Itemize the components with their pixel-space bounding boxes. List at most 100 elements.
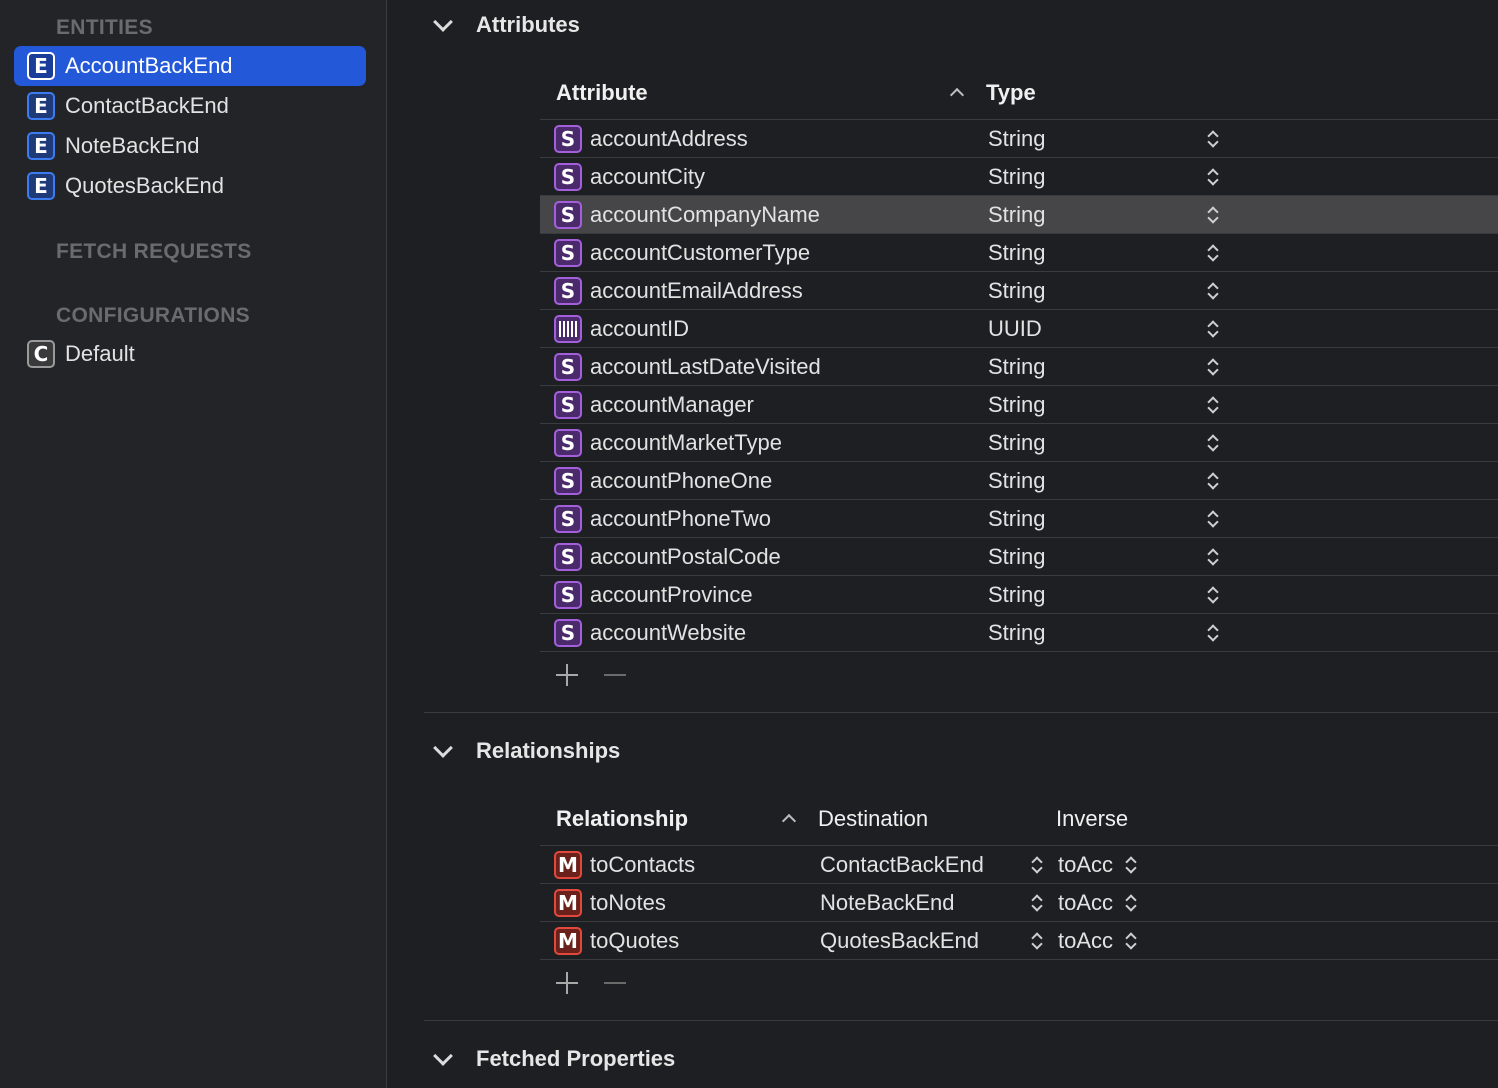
attribute-type[interactable]: String xyxy=(988,240,1045,266)
table-row[interactable]: S accountProvince String xyxy=(540,576,1498,614)
uuid-type-icon xyxy=(554,315,582,343)
relationships-section-toggle[interactable]: Relationships xyxy=(433,738,620,764)
table-row[interactable]: S accountEmailAddress String xyxy=(540,272,1498,310)
relationships-table: Relationship Destination Inverse M toCon… xyxy=(540,790,1498,960)
type-stepper-icon[interactable] xyxy=(1208,282,1218,300)
attribute-type[interactable]: String xyxy=(988,126,1045,152)
attribute-name[interactable]: accountManager xyxy=(590,392,754,418)
table-row[interactable]: accountID UUID xyxy=(540,310,1498,348)
attribute-type[interactable]: String xyxy=(988,164,1045,190)
entity-icon: E xyxy=(27,172,55,200)
attribute-name[interactable]: accountWebsite xyxy=(590,620,746,646)
table-row[interactable]: M toNotes NoteBackEnd toAcc xyxy=(540,884,1498,922)
sort-ascending-icon[interactable] xyxy=(781,813,797,829)
chevron-down-icon xyxy=(433,738,453,758)
attribute-type[interactable]: String xyxy=(988,430,1045,456)
add-attribute-button[interactable] xyxy=(556,664,578,686)
attribute-name[interactable]: accountCustomerType xyxy=(590,240,810,266)
sidebar-item-contactbackend[interactable]: E ContactBackEnd xyxy=(14,86,366,126)
relationship-destination[interactable]: NoteBackEnd xyxy=(820,890,955,916)
sidebar-item-default[interactable]: C Default xyxy=(14,334,366,374)
attribute-name[interactable]: accountEmailAddress xyxy=(590,278,803,304)
type-stepper-icon[interactable] xyxy=(1208,320,1218,338)
attribute-name[interactable]: accountLastDateVisited xyxy=(590,354,821,380)
table-row[interactable]: S accountCompanyName String xyxy=(540,196,1498,234)
column-header-relationship[interactable]: Relationship xyxy=(556,806,688,832)
relationship-inverse[interactable]: toAcc xyxy=(1058,890,1113,916)
attribute-name[interactable]: accountID xyxy=(590,316,689,342)
attribute-name[interactable]: accountProvince xyxy=(590,582,753,608)
column-header-inverse[interactable]: Inverse xyxy=(1056,806,1128,832)
attribute-name[interactable]: accountPhoneOne xyxy=(590,468,772,494)
attribute-name[interactable]: accountCompanyName xyxy=(590,202,820,228)
attribute-type[interactable]: String xyxy=(988,392,1045,418)
table-row[interactable]: S accountCustomerType String xyxy=(540,234,1498,272)
table-row[interactable]: S accountWebsite String xyxy=(540,614,1498,652)
table-row[interactable]: S accountAddress String xyxy=(540,120,1498,158)
table-row[interactable]: S accountPostalCode String xyxy=(540,538,1498,576)
type-stepper-icon[interactable] xyxy=(1208,168,1218,186)
attribute-type[interactable]: String xyxy=(988,544,1045,570)
attribute-name[interactable]: accountPostalCode xyxy=(590,544,781,570)
type-stepper-icon[interactable] xyxy=(1208,396,1218,414)
attribute-type[interactable]: String xyxy=(988,506,1045,532)
attribute-type[interactable]: String xyxy=(988,620,1045,646)
attribute-name[interactable]: accountMarketType xyxy=(590,430,782,456)
remove-attribute-button[interactable] xyxy=(604,674,626,676)
type-stepper-icon[interactable] xyxy=(1208,244,1218,262)
attribute-type[interactable]: String xyxy=(988,468,1045,494)
add-relationship-button[interactable] xyxy=(556,972,578,994)
attribute-type[interactable]: UUID xyxy=(988,316,1042,342)
type-stepper-icon[interactable] xyxy=(1208,130,1218,148)
type-stepper-icon[interactable] xyxy=(1208,548,1218,566)
sidebar-item-quotesbackend[interactable]: E QuotesBackEnd xyxy=(14,166,366,206)
type-stepper-icon[interactable] xyxy=(1208,472,1218,490)
type-stepper-icon[interactable] xyxy=(1208,624,1218,642)
inverse-stepper-icon[interactable] xyxy=(1126,856,1136,874)
chevron-down-icon xyxy=(433,1046,453,1066)
table-row[interactable]: S accountPhoneOne String xyxy=(540,462,1498,500)
attribute-type[interactable]: String xyxy=(988,202,1045,228)
sort-ascending-icon[interactable] xyxy=(949,87,965,103)
relationship-name[interactable]: toContacts xyxy=(590,852,695,878)
table-row[interactable]: S accountLastDateVisited String xyxy=(540,348,1498,386)
table-row[interactable]: S accountCity String xyxy=(540,158,1498,196)
column-header-type[interactable]: Type xyxy=(986,80,1036,106)
type-stepper-icon[interactable] xyxy=(1208,206,1218,224)
relationship-inverse[interactable]: toAcc xyxy=(1058,928,1113,954)
table-row[interactable]: S accountPhoneTwo String xyxy=(540,500,1498,538)
attribute-type[interactable]: String xyxy=(988,354,1045,380)
destination-stepper-icon[interactable] xyxy=(1032,932,1042,950)
table-row[interactable]: S accountManager String xyxy=(540,386,1498,424)
relationship-destination[interactable]: ContactBackEnd xyxy=(820,852,984,878)
column-header-destination[interactable]: Destination xyxy=(818,806,928,832)
attribute-name[interactable]: accountPhoneTwo xyxy=(590,506,771,532)
type-stepper-icon[interactable] xyxy=(1208,358,1218,376)
string-type-icon: S xyxy=(554,543,582,571)
column-header-attribute[interactable]: Attribute xyxy=(556,80,648,106)
fetched-properties-section-toggle[interactable]: Fetched Properties xyxy=(433,1046,675,1072)
attributes-section-toggle[interactable]: Attributes xyxy=(433,12,580,38)
relationship-inverse[interactable]: toAcc xyxy=(1058,852,1113,878)
type-stepper-icon[interactable] xyxy=(1208,586,1218,604)
relationship-name[interactable]: toQuotes xyxy=(590,928,679,954)
attribute-name[interactable]: accountCity xyxy=(590,164,705,190)
attribute-name[interactable]: accountAddress xyxy=(590,126,748,152)
remove-relationship-button[interactable] xyxy=(604,982,626,984)
relationship-destination[interactable]: QuotesBackEnd xyxy=(820,928,979,954)
relationship-name[interactable]: toNotes xyxy=(590,890,666,916)
table-row[interactable]: M toQuotes QuotesBackEnd toAcc xyxy=(540,922,1498,960)
type-stepper-icon[interactable] xyxy=(1208,434,1218,452)
attribute-type[interactable]: String xyxy=(988,278,1045,304)
inverse-stepper-icon[interactable] xyxy=(1126,932,1136,950)
table-row[interactable]: S accountMarketType String xyxy=(540,424,1498,462)
type-stepper-icon[interactable] xyxy=(1208,510,1218,528)
destination-stepper-icon[interactable] xyxy=(1032,856,1042,874)
table-row[interactable]: M toContacts ContactBackEnd toAcc xyxy=(540,846,1498,884)
sidebar-item-notebackend[interactable]: E NoteBackEnd xyxy=(14,126,366,166)
inverse-stepper-icon[interactable] xyxy=(1126,894,1136,912)
sidebar-item-accountbackend[interactable]: E AccountBackEnd xyxy=(14,46,366,86)
attribute-type[interactable]: String xyxy=(988,582,1045,608)
destination-stepper-icon[interactable] xyxy=(1032,894,1042,912)
attributes-table-header: Attribute Type xyxy=(540,64,1498,120)
